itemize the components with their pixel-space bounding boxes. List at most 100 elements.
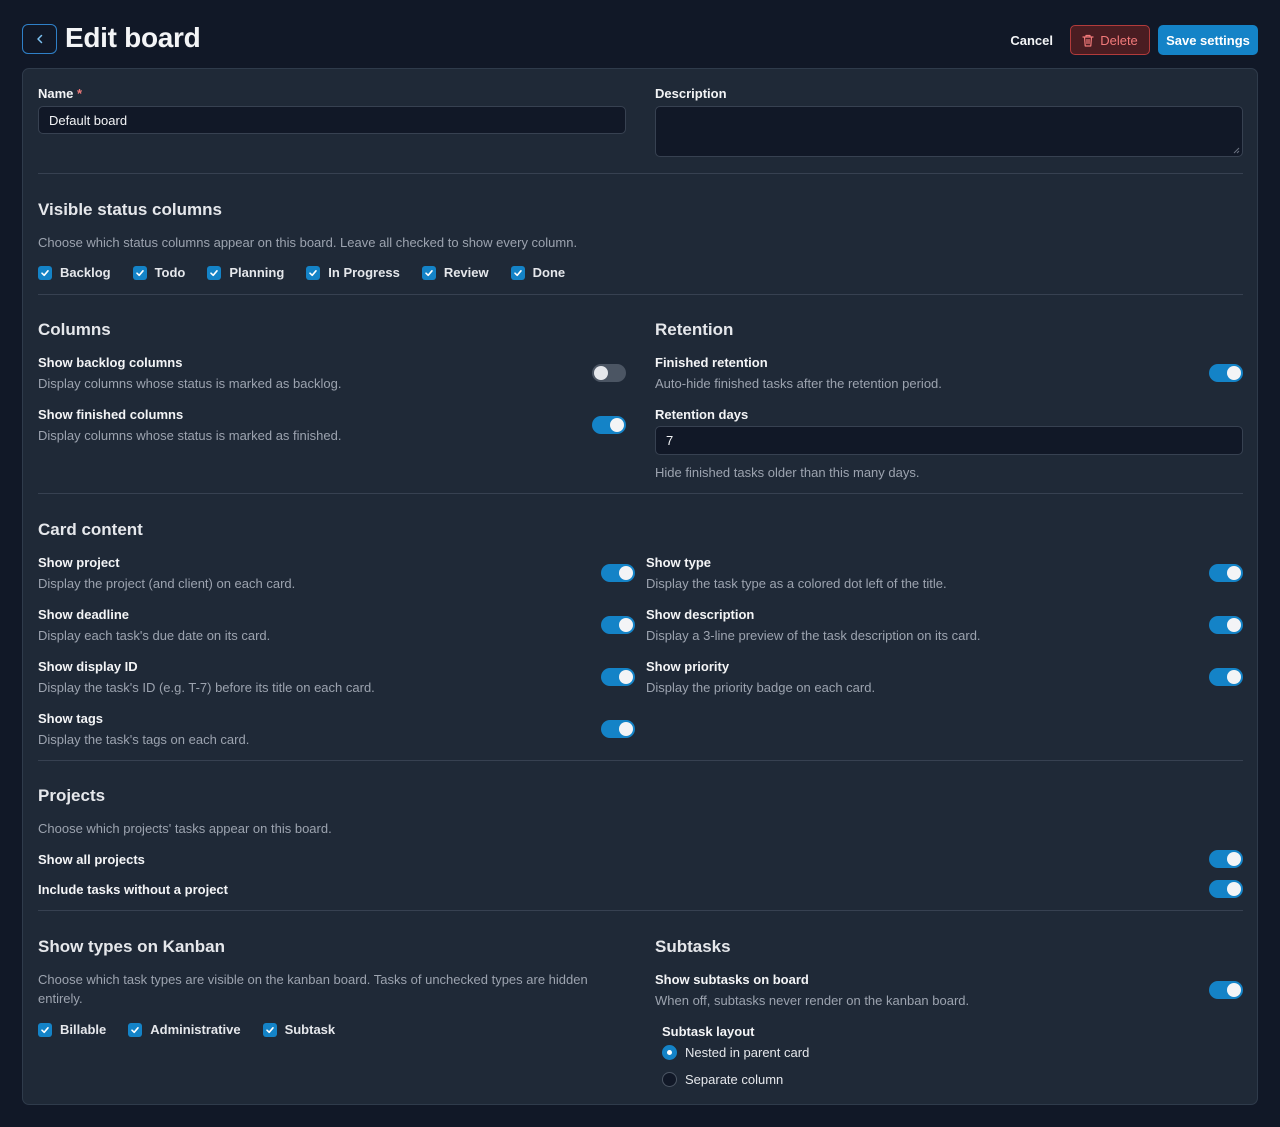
show-project-toggle[interactable]	[601, 564, 635, 582]
retention-days-help: Hide finished tasks older than this many…	[655, 465, 920, 480]
show-priority-toggle[interactable]	[1209, 668, 1243, 686]
show-subtasks-toggle[interactable]	[1209, 981, 1243, 999]
divider	[38, 493, 1243, 494]
delete-button[interactable]: Delete	[1070, 25, 1150, 55]
checkbox-checked-icon[interactable]	[421, 265, 436, 280]
checkbox-label: Billable	[60, 1022, 107, 1037]
checkbox-checked-icon[interactable]	[128, 1022, 143, 1037]
show-all-projects-toggle[interactable]	[1209, 850, 1243, 868]
type-checkbox-billable[interactable]: Billable	[38, 1022, 106, 1037]
show-display-id-label: Show display ID	[38, 659, 138, 674]
subtasks-title: Subtasks	[655, 937, 731, 956]
show-display-id-desc: Display the task's ID (e.g. T-7) before …	[38, 680, 375, 695]
show-display-id-toggle[interactable]	[601, 668, 635, 686]
status-checkbox-todo[interactable]: Todo	[132, 265, 186, 280]
radio-selected-icon[interactable]	[662, 1045, 677, 1060]
show-backlog-toggle[interactable]	[592, 364, 626, 382]
show-tags-label: Show tags	[38, 711, 104, 726]
checkbox-checked-icon[interactable]	[262, 1022, 277, 1037]
types-title: Show types on Kanban	[38, 937, 226, 956]
toggle-knob	[1227, 852, 1241, 866]
checkbox-label: Planning	[229, 265, 285, 280]
toggle-knob	[619, 566, 633, 580]
show-project-label: Show project	[38, 555, 120, 570]
show-tags-desc: Display the task's tags on each card.	[38, 732, 250, 747]
toggle-knob	[1227, 566, 1241, 580]
toggle-knob	[619, 670, 633, 684]
toggle-knob	[1227, 882, 1241, 896]
type-checkbox-subtask[interactable]: Subtask	[262, 1022, 336, 1037]
radio-nested-in-parent[interactable]: Nested in parent card	[662, 1045, 809, 1060]
radio-unselected-icon[interactable]	[662, 1072, 677, 1087]
show-type-toggle[interactable]	[1209, 564, 1243, 582]
retention-title: Retention	[655, 320, 734, 339]
radio-separate-column[interactable]: Separate column	[662, 1072, 783, 1087]
divider	[38, 294, 1243, 295]
resize-grip-icon[interactable]	[1232, 146, 1240, 154]
retention-days-label: Retention days	[655, 407, 749, 422]
finished-retention-label: Finished retention	[655, 355, 768, 370]
back-button[interactable]	[22, 24, 57, 54]
checkbox-label: Administrative	[150, 1022, 241, 1037]
show-deadline-label: Show deadline	[38, 607, 130, 622]
toggle-knob	[1227, 983, 1241, 997]
type-checkbox-administrative[interactable]: Administrative	[128, 1022, 241, 1037]
toggle-knob	[610, 418, 624, 432]
show-tags-toggle[interactable]	[601, 720, 635, 738]
description-label: Description	[655, 86, 727, 101]
delete-button-label: Delete	[1100, 32, 1138, 48]
show-description-desc: Display a 3-line preview of the task des…	[646, 628, 981, 643]
include-no-project-toggle[interactable]	[1209, 880, 1243, 898]
show-type-label: Show type	[646, 555, 712, 570]
required-marker: *	[77, 86, 83, 101]
show-finished-toggle[interactable]	[592, 416, 626, 434]
show-type-desc: Display the task type as a colored dot l…	[646, 576, 947, 591]
checkbox-checked-icon[interactable]	[38, 1022, 52, 1037]
toggle-knob	[619, 722, 633, 736]
cancel-button[interactable]: Cancel	[1010, 33, 1053, 48]
toggle-knob	[594, 366, 608, 380]
save-settings-button[interactable]: Save settings	[1158, 25, 1258, 55]
status-checkbox-backlog[interactable]: Backlog	[38, 265, 111, 280]
status-columns-help: Choose which status columns appear on th…	[38, 235, 578, 250]
include-no-project-label: Include tasks without a project	[38, 882, 228, 897]
show-project-desc: Display the project (and client) on each…	[38, 576, 296, 591]
show-subtasks-label: Show subtasks on board	[655, 972, 809, 987]
show-backlog-label: Show backlog columns	[38, 355, 183, 370]
trash-icon	[1082, 34, 1094, 47]
status-checkbox-planning[interactable]: Planning	[207, 265, 284, 280]
checkbox-checked-icon[interactable]	[306, 265, 321, 280]
status-columns-checkboxes: Backlog Todo Planning In Progress Review…	[38, 265, 587, 280]
page-header: Edit board Cancel Delete Save settings	[22, 22, 1258, 56]
show-description-label: Show description	[646, 607, 755, 622]
checkbox-checked-icon[interactable]	[132, 265, 147, 280]
finished-retention-toggle[interactable]	[1209, 364, 1243, 382]
status-checkbox-review[interactable]: Review	[421, 265, 489, 280]
status-checkbox-done[interactable]: Done	[510, 265, 565, 280]
status-checkbox-in-progress[interactable]: In Progress	[306, 265, 400, 280]
checkbox-checked-icon[interactable]	[38, 265, 52, 280]
show-description-toggle[interactable]	[1209, 616, 1243, 634]
checkbox-label: Subtask	[284, 1022, 336, 1037]
show-finished-desc: Display columns whose status is marked a…	[38, 428, 342, 443]
finished-retention-desc: Auto-hide finished tasks after the reten…	[655, 376, 942, 391]
show-priority-label: Show priority	[646, 659, 730, 674]
checkbox-checked-icon[interactable]	[207, 265, 222, 280]
retention-days-input[interactable]: 7	[655, 426, 1243, 455]
name-input[interactable]: Default board	[38, 106, 626, 134]
settings-card: Name * Default board Description Visible…	[22, 68, 1258, 1105]
show-finished-label: Show finished columns	[38, 407, 184, 422]
projects-title: Projects	[38, 786, 106, 805]
checkbox-checked-icon[interactable]	[510, 265, 525, 280]
description-textarea[interactable]	[655, 106, 1243, 157]
checkbox-label: Todo	[154, 265, 186, 280]
chevron-left-icon	[36, 34, 42, 44]
divider	[38, 173, 1243, 174]
projects-help: Choose which projects' tasks appear on t…	[38, 821, 332, 836]
toggle-knob	[1227, 366, 1241, 380]
status-columns-title: Visible status columns	[38, 200, 222, 219]
show-deadline-toggle[interactable]	[601, 616, 635, 634]
page-title: Edit board	[65, 22, 201, 53]
divider	[38, 910, 1243, 911]
header-actions: Cancel Delete Save settings	[1010, 25, 1258, 55]
